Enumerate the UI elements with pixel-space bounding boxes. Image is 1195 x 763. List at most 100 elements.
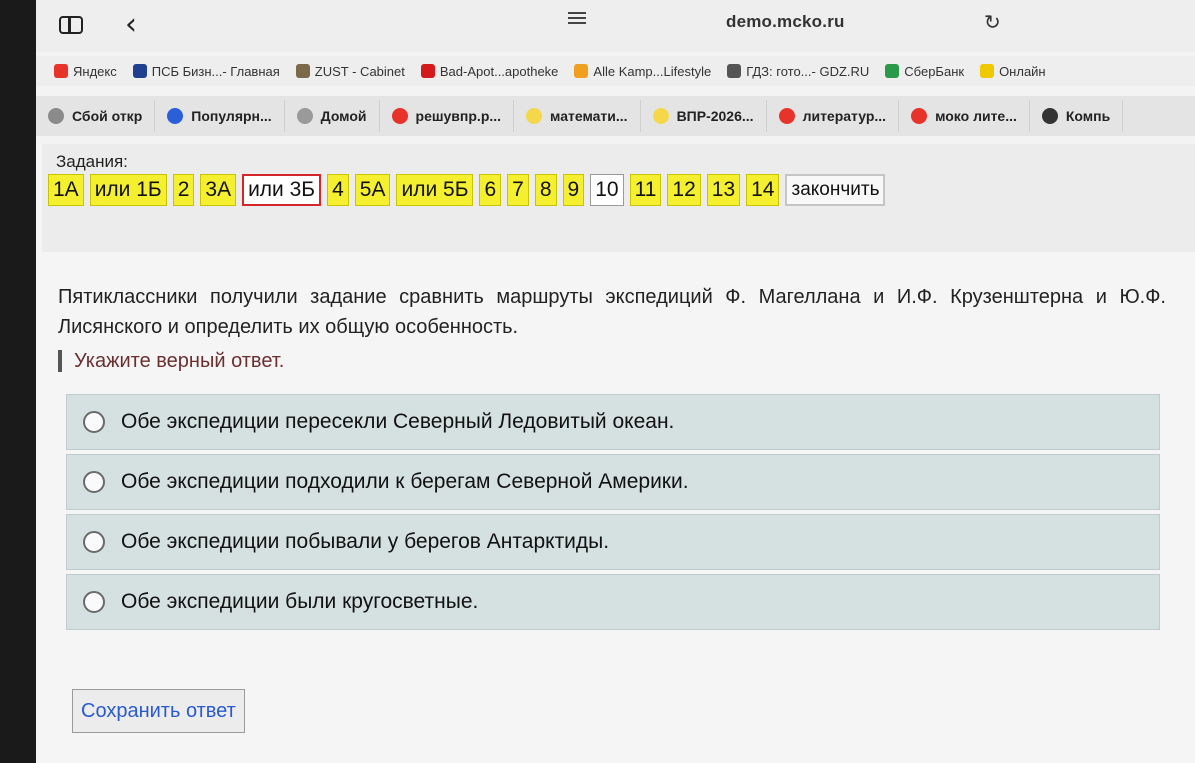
browser-tab[interactable]: моко лите... — [899, 100, 1030, 132]
favorite-item[interactable]: СберБанк — [885, 64, 964, 79]
radio-button[interactable] — [83, 591, 105, 613]
m-icon — [296, 108, 313, 124]
favorite-label: Онлайн — [999, 63, 1046, 79]
favorite-label: ZUST - Cabinet — [314, 63, 405, 79]
tasks-panel: Задания: 1А или 1Б 2 3А или 3Б 4 5А или 5Б 6 7 8 9 1… — [42, 144, 1195, 252]
yandex-icon — [54, 64, 68, 78]
task-button[interactable]: 9 — [562, 174, 585, 206]
reload-icon[interactable]: ↻ — [984, 10, 1001, 34]
tasks-label: Задания: — [56, 152, 128, 171]
browser-tab[interactable]: математи... — [514, 100, 641, 132]
radio-button[interactable] — [83, 531, 105, 553]
yandex-icon — [911, 108, 928, 124]
tab-label: ВПР-2026... — [676, 108, 754, 124]
task-button[interactable]: 12 — [667, 174, 701, 206]
tbank-icon — [980, 64, 995, 78]
favorite-label: ГДЗ: гото...- GDZ.RU — [746, 63, 870, 79]
radio-button[interactable] — [83, 471, 105, 493]
tab-label: решувпр.р... — [415, 108, 502, 124]
task-button[interactable]: или 1Б — [89, 174, 167, 206]
task-button[interactable]: 10 — [590, 174, 624, 206]
browser-toolbar: ‹ demo.mcko.ru ↻ — [36, 0, 1195, 52]
doc-icon — [48, 108, 64, 124]
zust-icon — [295, 64, 310, 78]
answer-hint: Укажите верный ответ. — [58, 350, 284, 372]
sidebar-icon — [59, 16, 83, 34]
sber-icon — [885, 64, 900, 78]
task-button[interactable]: или 3Б — [242, 174, 322, 206]
task-button[interactable]: 6 — [479, 174, 502, 206]
task-button[interactable]: 3А — [200, 174, 237, 206]
task-button[interactable]: 2 — [172, 174, 195, 206]
favorite-label: Alle Kamp...Lifestyle — [593, 63, 712, 79]
browser-tab[interactable]: Популярн... — [155, 100, 285, 132]
task-navigation: 1А или 1Б 2 3А или 3Б 4 5А или 5Б 6 7 8 9 10 11 12 13 14… — [48, 174, 886, 206]
favorite-item[interactable]: ПСБ Бизн...- Главная — [132, 63, 280, 79]
favorite-label: СберБанк — [904, 63, 965, 79]
favorite-label: Bad-Apot...apotheke — [439, 63, 559, 79]
close-icon — [1041, 108, 1058, 124]
favorite-item[interactable]: ZUST - Cabinet — [295, 63, 405, 79]
browser-tab[interactable]: решувпр.р... — [380, 100, 515, 132]
reader-mode-icon[interactable] — [568, 12, 586, 32]
browser-window: ‹ demo.mcko.ru ↻ Яндекс ПСБ Бизн...- Глав… — [36, 0, 1195, 763]
option-label: Обе экспедиции побывали у берегов Антарк… — [121, 530, 610, 553]
answer-options: Обе экспедиции пересекли Северный Ледови… — [66, 394, 1160, 634]
yandex-icon — [778, 108, 795, 124]
answer-option[interactable]: Обе экспедиции подходили к берегам Север… — [66, 454, 1160, 510]
favorite-item[interactable]: Яндекс — [54, 64, 117, 79]
option-label: Обе экспедиции были кругосветные. — [121, 590, 479, 613]
task-button[interactable]: 1А — [48, 174, 84, 206]
task-button[interactable]: 7 — [507, 174, 529, 206]
browser-tab[interactable]: Сбой откр — [36, 100, 156, 132]
favorite-item[interactable]: ГДЗ: гото...- GDZ.RU — [727, 64, 869, 79]
amazon-icon — [420, 64, 435, 78]
favorite-item[interactable]: Alle Kamp...Lifestyle — [574, 64, 711, 79]
sidebar-toggle-button[interactable] — [54, 10, 88, 40]
task-button[interactable]: 8 — [534, 174, 557, 206]
finish-button[interactable]: закончить — [785, 174, 886, 206]
favorite-item[interactable]: Онлайн — [980, 64, 1046, 79]
browser-tab[interactable]: Домой — [285, 100, 380, 132]
browser-tab[interactable]: литератур... — [767, 100, 900, 132]
browser-tab[interactable]: ВПР-2026... — [641, 100, 767, 132]
task-button[interactable]: 4 — [327, 174, 349, 206]
question-text: Пятиклассники получили задание сравнить … — [58, 286, 1166, 338]
favorite-item[interactable]: Bad-Apot...apotheke — [420, 63, 559, 79]
tab-label: Сбой откр — [72, 108, 143, 124]
tab-bar: Сбой откр Популярн... Домой решувпр.р... мат… — [36, 96, 1195, 136]
tab-label: литератур... — [802, 108, 887, 124]
gdz-icon — [727, 64, 742, 78]
option-label: Обе экспедиции пересекли Северный Ледови… — [121, 410, 675, 433]
answer-option[interactable]: Обе экспедиции были кругосветные. — [66, 574, 1160, 630]
task-button[interactable]: 13 — [706, 174, 741, 206]
ozon-icon — [167, 108, 184, 124]
psb-icon — [132, 64, 147, 78]
tab-label: моко лите... — [935, 108, 1017, 124]
tag-icon — [574, 64, 589, 78]
tab-label: Домой — [320, 108, 367, 124]
task-button[interactable]: 11 — [629, 174, 662, 206]
yandex-icon — [391, 108, 408, 124]
option-label: Обе экспедиции подходили к берегам Север… — [121, 470, 689, 493]
save-answer-button[interactable]: Сохранить ответ — [72, 689, 245, 733]
browser-tab[interactable]: Компь — [1030, 100, 1124, 132]
back-button[interactable]: ‹ — [114, 10, 148, 40]
favorite-label: Яндекс — [73, 63, 117, 79]
task-button[interactable]: 5А — [354, 174, 391, 206]
task-button[interactable]: 14 — [746, 174, 780, 206]
sun-icon — [526, 108, 543, 124]
answer-option[interactable]: Обе экспедиции пересекли Северный Ледови… — [66, 394, 1160, 450]
answer-option[interactable]: Обе экспедиции побывали у берегов Антарк… — [66, 514, 1160, 570]
page-content: Задания: 1А или 1Б 2 3А или 3Б 4 5А или 5Б 6 7 8 9 1… — [36, 144, 1195, 763]
tab-label: Популярн... — [191, 108, 272, 124]
sun-icon — [652, 108, 669, 124]
tab-label: Компь — [1065, 108, 1111, 124]
radio-button[interactable] — [83, 411, 105, 433]
address-bar[interactable]: demo.mcko.ru — [726, 12, 845, 32]
favorites-bar: Яндекс ПСБ Бизн...- Главная ZUST - Cabinet… — [36, 56, 1195, 86]
task-button[interactable]: или 5Б — [396, 174, 474, 206]
chevron-left-icon: ‹ — [125, 7, 137, 42]
favorite-label: ПСБ Бизн...- Главная — [151, 63, 280, 79]
tab-label: математи... — [550, 108, 628, 124]
